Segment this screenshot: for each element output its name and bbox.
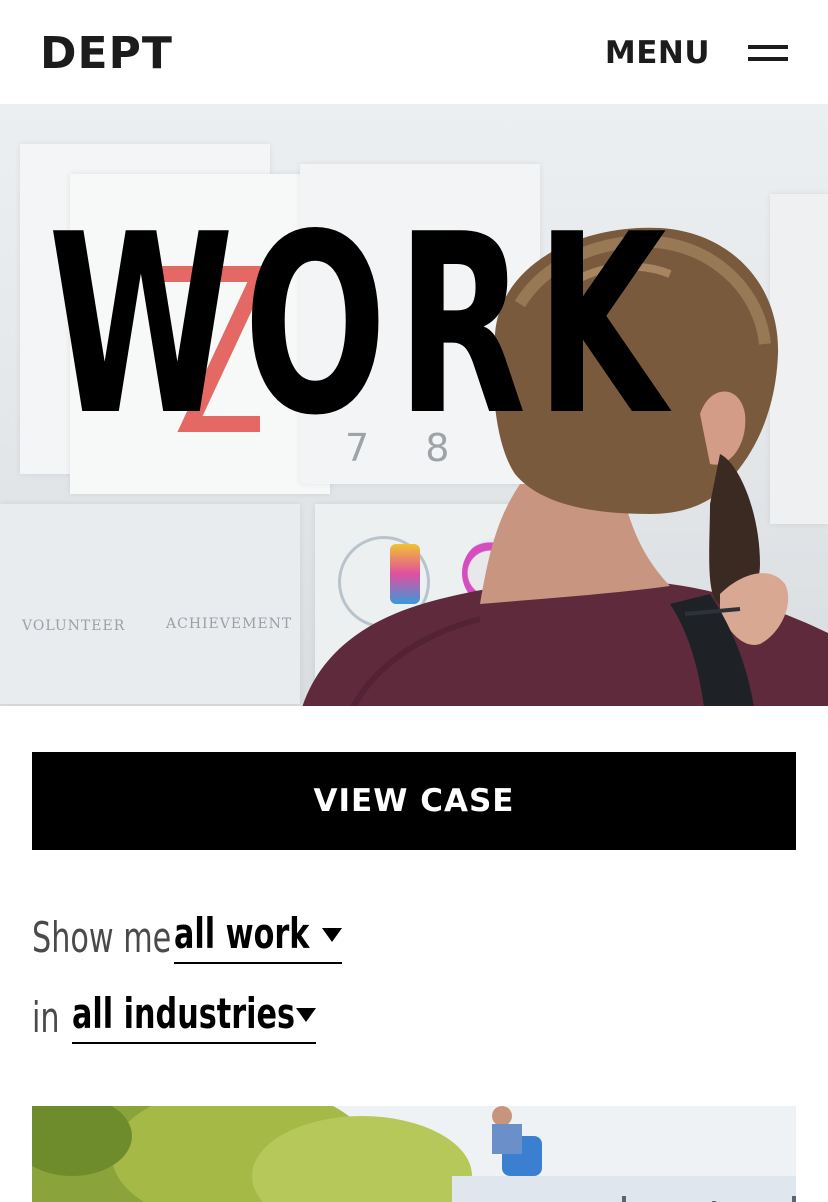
chevron-down-icon bbox=[322, 928, 342, 942]
menu-label: MENU bbox=[604, 35, 710, 71]
page: DEPT MENU 7 8 9 0 VOLUNTEER ACHIEVEMENT bbox=[0, 0, 828, 1202]
filter-prefix-show: Show me bbox=[32, 913, 172, 962]
hamburger-icon bbox=[748, 45, 788, 61]
case-thumbnail-image bbox=[32, 1106, 796, 1202]
case-thumbnail[interactable] bbox=[32, 1106, 796, 1202]
site-header: DEPT MENU bbox=[0, 0, 828, 104]
industry-select[interactable]: all industries bbox=[72, 986, 316, 1044]
hero-title: WORK bbox=[48, 182, 676, 470]
filter-prefix-in: in bbox=[32, 993, 60, 1042]
chevron-down-icon bbox=[296, 1008, 316, 1022]
filter-row-work: Show me all work bbox=[32, 904, 342, 964]
view-case-button[interactable]: VIEW CASE bbox=[32, 752, 796, 850]
work-type-value: all work bbox=[174, 909, 310, 958]
menu-button[interactable]: MENU bbox=[605, 30, 788, 76]
background-logo-text: ACHIEVEMENT bbox=[166, 616, 293, 632]
hero-banner: 7 8 9 0 VOLUNTEER ACHIEVEMENT WORK bbox=[0, 104, 828, 706]
wall-paper bbox=[0, 504, 300, 704]
filter-row-industry: in all industries bbox=[32, 984, 316, 1044]
background-logo-text: VOLUNTEER bbox=[22, 618, 126, 634]
dept-logo[interactable]: DEPT bbox=[40, 28, 173, 80]
industry-value: all industries bbox=[72, 989, 295, 1038]
work-type-select[interactable]: all work bbox=[174, 906, 342, 964]
